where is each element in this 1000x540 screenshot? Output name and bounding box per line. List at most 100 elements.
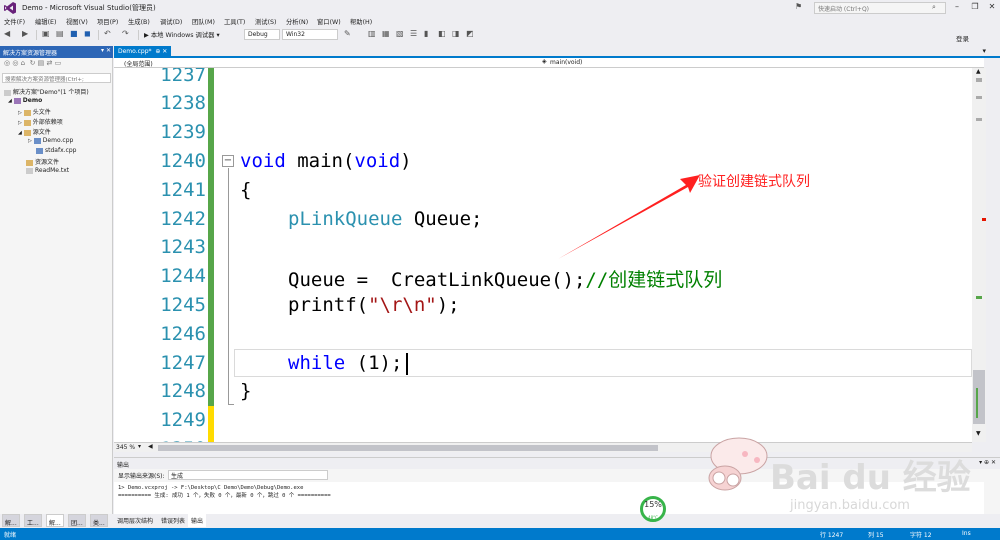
tree-item-project[interactable]: ◢ Demo (8, 97, 42, 104)
code-text: ); (436, 294, 460, 316)
tree-item-source-files[interactable]: ◢ 源文件 (18, 127, 51, 136)
side-tab[interactable]: 工... (24, 514, 42, 527)
menu-team[interactable]: 团队(M) (192, 17, 215, 26)
menu-view[interactable]: 视图(V) (66, 17, 88, 26)
tree-label: 外部依赖项 (32, 119, 63, 126)
side-tab-active[interactable]: 解... (46, 514, 64, 527)
menu-debug[interactable]: 调试(D) (160, 17, 182, 26)
close-button[interactable]: ✕ (983, 0, 1000, 14)
project-icon (13, 97, 21, 104)
tab-demo-cpp[interactable]: Demo.cpp* ⊕ ✕ (114, 46, 172, 58)
tree-item-header-files[interactable]: ▷ 头文件 (18, 107, 51, 116)
feedback-flag-icon[interactable]: ⚑ (795, 2, 802, 11)
baidu-watermark-logo: Bai du 经验 (770, 458, 971, 498)
tree-item-solution[interactable]: 解决方案"Demo"(1 个项目) (4, 87, 89, 96)
title-bar: Demo - Microsoft Visual Studio(管理员) ⚑ 快速… (0, 0, 1000, 16)
sync-icon[interactable]: ↻ ▤ ⇄ ▭ (27, 59, 62, 67)
tab-label: Demo.cpp* (118, 48, 152, 55)
indent-icon[interactable]: ▦ (382, 29, 390, 38)
quick-launch-input[interactable]: 快速启动 (Ctrl+Q) (814, 2, 946, 14)
zoom-level[interactable]: 345 % (116, 444, 135, 451)
side-tab[interactable]: 类... (90, 514, 108, 527)
back-icon[interactable]: ◀ (4, 29, 10, 38)
collapse-arrow-icon[interactable]: ▷ (18, 120, 22, 126)
cpp-file-icon (33, 137, 41, 144)
forward-icon[interactable]: ▶ (22, 29, 28, 38)
folder-icon (23, 109, 31, 116)
output-source-select[interactable]: 生成 (168, 470, 328, 480)
start-debugging-button[interactable]: ▶ 本地 Windows 调试器 ▾ (144, 30, 220, 39)
save-icon[interactable]: ■ (70, 29, 78, 38)
tab-dropdown-icon[interactable]: ▾ (982, 47, 986, 55)
find-icon[interactable]: ✎ (344, 29, 351, 38)
solution-platform-select[interactable]: Win32 (282, 29, 338, 40)
home-icon[interactable]: ◎ ◎ ⌂ (4, 59, 25, 67)
solution-configuration-select[interactable]: Debug (244, 29, 280, 40)
save-all-icon[interactable]: ◼ (84, 29, 91, 38)
bookmark-icon[interactable]: ▮ (424, 29, 428, 38)
tree-item-readme[interactable]: ReadMe.txt (26, 167, 69, 174)
line-number: 1246 (160, 323, 206, 345)
open-file-icon[interactable]: ▤ (56, 29, 64, 38)
menu-edit[interactable]: 编辑(E) (35, 17, 57, 26)
menu-tools[interactable]: 工具(T) (224, 17, 245, 26)
minimize-button[interactable]: – (948, 0, 966, 14)
comment-icon[interactable]: ☰ (410, 29, 417, 38)
cpp-file-icon (36, 147, 43, 154)
panel-pin-close-icon[interactable]: ▾ ⊕ ✕ (979, 459, 996, 466)
folder-icon (26, 159, 33, 166)
tree-item-stdafx-cpp[interactable]: stdafx.cpp (36, 147, 76, 154)
code-comment: //创建链式队列 (585, 269, 723, 291)
collapse-toggle-icon[interactable]: − (222, 155, 234, 167)
pin-icon[interactable]: ⊕ ✕ (153, 48, 167, 55)
collapse-arrow-icon[interactable]: ▷ (28, 138, 32, 144)
side-tab[interactable]: 解... (2, 514, 20, 527)
vertical-scrollbar[interactable]: ▲ ▼ (972, 68, 986, 442)
expand-arrow-icon[interactable]: ◢ (18, 130, 22, 136)
scroll-left-icon[interactable]: ◀ (148, 443, 153, 450)
tab-error-list[interactable]: 错误列表 (158, 514, 188, 527)
bookmark-clear-icon[interactable]: ◩ (466, 29, 474, 38)
scope-dropdown[interactable]: (全局范围) (124, 59, 153, 68)
side-panel-tabs: 解... 工... 解... 团... 类... (0, 514, 113, 527)
scroll-up-icon[interactable]: ▲ (976, 68, 981, 75)
document-tabs: Demo.cpp* ⊕ ✕ ▾ (114, 46, 1000, 58)
tree-item-external-deps[interactable]: ▷ 外部依赖项 (18, 117, 63, 126)
format-icon[interactable]: ▥ (368, 29, 376, 38)
maximize-button[interactable]: ❐ (966, 0, 984, 14)
menu-analyze[interactable]: 分析(N) (286, 17, 308, 26)
search-icon[interactable]: ⌕ (932, 3, 936, 12)
line-number: 1245 (160, 294, 206, 316)
undo-icon[interactable]: ↶ (104, 29, 111, 38)
tab-call-hierarchy[interactable]: 调用层次结构 (114, 514, 156, 527)
menu-window[interactable]: 窗口(W) (317, 17, 341, 26)
tab-output[interactable]: 输出 (188, 514, 207, 527)
function-dropdown[interactable]: main(void) (550, 59, 582, 66)
expand-arrow-icon[interactable]: ◢ (8, 98, 12, 104)
menu-help[interactable]: 帮助(H) (350, 17, 372, 26)
menu-test[interactable]: 测试(S) (255, 17, 277, 26)
scroll-down-icon[interactable]: ▼ (976, 430, 981, 437)
solution-search-input[interactable]: 搜索解决方案资源管理器(Ctrl+; (2, 73, 111, 83)
bookmark-next-icon[interactable]: ◨ (452, 29, 460, 38)
outdent-icon[interactable]: ▧ (396, 29, 404, 38)
horizontal-scroll-thumb[interactable] (158, 445, 658, 451)
collapse-arrow-icon[interactable]: ▷ (18, 110, 22, 116)
menu-project[interactable]: 项目(P) (97, 17, 118, 26)
redo-icon[interactable]: ↷ (122, 29, 129, 38)
scroll-thumb[interactable] (973, 370, 985, 424)
code-editor[interactable]: 1237 1238 1239 1240 1241 1242 1243 1244 … (114, 68, 972, 442)
menu-build[interactable]: 生成(B) (128, 17, 150, 26)
tree-item-resource-files[interactable]: 资源文件 (26, 157, 59, 166)
toolbar: ◀ ▶ ▣ ▤ ■ ◼ ↶ ↷ ▶ 本地 Windows 调试器 ▾ Debug… (0, 28, 1000, 42)
new-project-icon[interactable]: ▣ (42, 29, 50, 38)
menu-file[interactable]: 文件(F) (4, 17, 25, 26)
bookmark-prev-icon[interactable]: ◧ (438, 29, 446, 38)
tree-item-demo-cpp[interactable]: ▷ Demo.cpp (28, 137, 73, 144)
code-text: Queue = CreatLinkQueue(); (288, 269, 586, 291)
code-line-1242: pLinkQueue Queue; (288, 208, 482, 230)
zoom-dropdown-icon[interactable]: ▾ (138, 443, 141, 450)
side-tab[interactable]: 团... (68, 514, 86, 527)
panel-pin-close-icon[interactable]: ▾ ✕ (101, 47, 111, 54)
text-cursor (406, 353, 408, 375)
